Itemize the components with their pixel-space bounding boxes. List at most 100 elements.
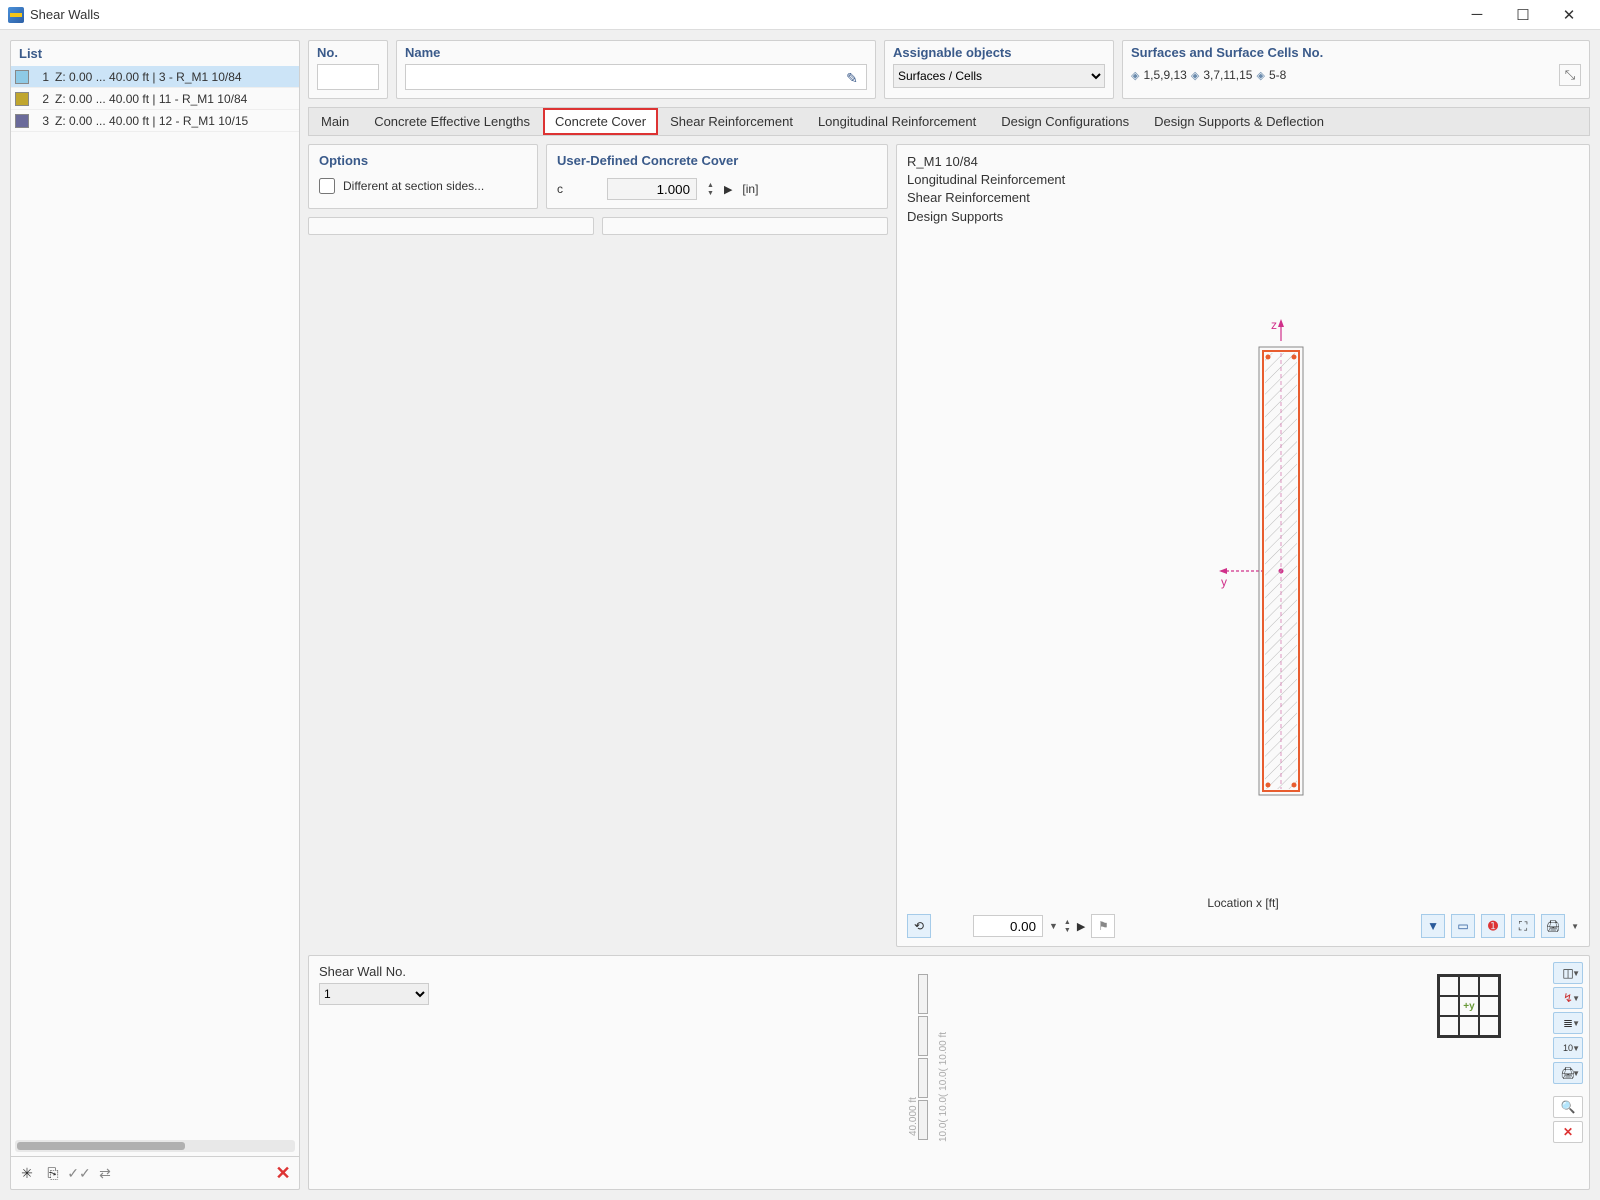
list-row-text: Z: 0.00 ... 40.00 ft | 3 - R_M1 10/84 <box>55 70 242 84</box>
shear-wall-no-select[interactable]: 1 <box>319 983 429 1005</box>
app-icon <box>8 7 24 23</box>
duplicate-button[interactable]: ⎘ <box>41 1161 65 1185</box>
preview-panel: R_M1 10/84 Longitudinal Reinforcement Sh… <box>896 144 1590 947</box>
different-sides-input[interactable] <box>319 178 335 194</box>
filter-button[interactable]: ▼ <box>1421 914 1445 938</box>
cover-header: User-Defined Concrete Cover <box>557 153 877 168</box>
view-numbers-button[interactable]: 10▼ <box>1553 1037 1583 1059</box>
color-swatch <box>15 92 29 106</box>
print-caret-icon[interactable]: ▼ <box>1571 922 1579 931</box>
axis-y-label: y <box>1221 575 1227 589</box>
view-layers-button[interactable]: ≣▼ <box>1553 1012 1583 1034</box>
cover-spinner[interactable]: ▲▼ <box>707 182 714 197</box>
preview-item-list: R_M1 10/84 Longitudinal Reinforcement Sh… <box>907 153 1579 226</box>
list-row-text: Z: 0.00 ... 40.00 ft | 12 - R_M1 10/15 <box>55 114 248 128</box>
new-item-button[interactable]: ✳ <box>15 1161 39 1185</box>
print-button[interactable]: 🖨 <box>1541 914 1565 938</box>
list-row[interactable]: 1 Z: 0.00 ... 40.00 ft | 3 - R_M1 10/84 <box>11 66 299 88</box>
close-view-button[interactable]: ✕ <box>1553 1121 1583 1143</box>
surfaces-label: Surfaces and Surface Cells No. <box>1131 45 1581 60</box>
color-swatch <box>15 70 29 84</box>
axis-z-label: z <box>1271 318 1277 332</box>
location-spinner[interactable]: ▲▼ <box>1064 919 1071 934</box>
surface-icon: ◈ <box>1256 69 1264 82</box>
list-row-index: 3 <box>35 114 49 128</box>
view-print-button[interactable]: 🖨▼ <box>1553 1062 1583 1084</box>
cross-section-view: z y <box>907 226 1579 896</box>
minimize-button[interactable]: ─ <box>1454 0 1500 30</box>
color-swatch <box>15 114 29 128</box>
empty-panel-left <box>308 217 594 235</box>
location-reset-button[interactable]: ⟲ <box>907 914 931 938</box>
preview-line: Shear Reinforcement <box>907 189 1579 207</box>
cover-value-input[interactable] <box>607 178 697 200</box>
maximize-button[interactable]: ☐ <box>1500 0 1546 30</box>
edit-name-icon[interactable]: ✎ <box>843 69 861 87</box>
cover-step-button[interactable]: ▶ <box>724 183 732 196</box>
section-view-button[interactable]: ▭ <box>1451 914 1475 938</box>
tab-longitudinal-reinforcement[interactable]: Longitudinal Reinforcement <box>806 108 989 135</box>
view-cube-icon[interactable]: +y <box>1437 974 1501 1038</box>
preview-line: Design Supports <box>907 208 1579 226</box>
preview-line: R_M1 10/84 <box>907 153 1579 171</box>
list-row-index: 1 <box>35 70 49 84</box>
list-body: 1 Z: 0.00 ... 40.00 ft | 3 - R_M1 10/84 … <box>11 66 299 1136</box>
list-scrollbar[interactable] <box>15 1140 295 1152</box>
no-label: No. <box>317 45 379 60</box>
preview-line: Longitudinal Reinforcement <box>907 171 1579 189</box>
list-row[interactable]: 2 Z: 0.00 ... 40.00 ft | 11 - R_M1 10/84 <box>11 88 299 110</box>
dimension-button[interactable]: ⛶ <box>1511 914 1535 938</box>
list-header: List <box>11 41 299 66</box>
surface-group: 3,7,11,15 <box>1203 68 1252 82</box>
cover-unit: [in] <box>742 182 758 196</box>
list-row-text: Z: 0.00 ... 40.00 ft | 11 - R_M1 10/84 <box>55 92 247 106</box>
surfaces-cell: Surfaces and Surface Cells No. ◈ 1,5,9,1… <box>1122 40 1590 99</box>
surface-icon: ◈ <box>1191 69 1199 82</box>
options-header: Options <box>319 153 527 168</box>
name-input[interactable] <box>405 64 867 90</box>
list-row[interactable]: 3 Z: 0.00 ... 40.00 ft | 12 - R_M1 10/15 <box>11 110 299 132</box>
delete-button[interactable]: ✕ <box>271 1161 295 1185</box>
tab-design-supports-deflection[interactable]: Design Supports & Deflection <box>1142 108 1337 135</box>
different-sides-checkbox[interactable]: Different at section sides... <box>319 178 527 194</box>
name-cell: Name ✎ <box>396 40 876 99</box>
tab-main[interactable]: Main <box>309 108 362 135</box>
name-label: Name <box>405 45 867 60</box>
options-panel: Options Different at section sides... <box>308 144 538 209</box>
view-3d-button[interactable]: ◫▼ <box>1553 962 1583 984</box>
bottom-panel: Shear Wall No. 1 40.000 ft 10.0( 10.0( 1… <box>308 955 1590 1190</box>
window-title: Shear Walls <box>30 7 100 22</box>
location-input[interactable] <box>973 915 1043 937</box>
info-button[interactable]: ➊ <box>1481 914 1505 938</box>
location-step-button[interactable]: ▶ <box>1077 920 1085 933</box>
different-sides-label: Different at section sides... <box>343 179 484 193</box>
location-dropdown-icon[interactable]: ▼ <box>1049 921 1058 931</box>
check-button[interactable]: ✓✓ <box>67 1161 91 1185</box>
assignable-select[interactable]: Surfaces / Cells <box>893 64 1105 88</box>
surface-icon: ◈ <box>1131 69 1139 82</box>
tab-shear-reinforcement[interactable]: Shear Reinforcement <box>658 108 806 135</box>
no-cell: No. <box>308 40 388 99</box>
zoom-fit-button[interactable]: 🔍 <box>1553 1096 1583 1118</box>
assignable-label: Assignable objects <box>893 45 1105 60</box>
assignable-cell: Assignable objects Surfaces / Cells <box>884 40 1114 99</box>
cover-panel: User-Defined Concrete Cover c ▲▼ ▶ [in] <box>546 144 888 209</box>
list-row-index: 2 <box>35 92 49 106</box>
pick-surfaces-button[interactable]: ⤡ <box>1559 64 1581 86</box>
view-axes-button[interactable]: ↯▼ <box>1553 987 1583 1009</box>
swap-button[interactable]: ⇄ <box>93 1161 117 1185</box>
wall-elevation-schematic: 40.000 ft 10.0( 10.0( 10.0( 10.00 ft <box>898 966 948 1156</box>
shear-wall-no-label: Shear Wall No. <box>319 964 1579 979</box>
tab-concrete-effective-lengths[interactable]: Concrete Effective Lengths <box>362 108 543 135</box>
titlebar: Shear Walls ─ ☐ ✕ <box>0 0 1600 30</box>
surface-group: 1,5,9,13 <box>1143 68 1186 82</box>
list-panel: List 1 Z: 0.00 ... 40.00 ft | 3 - R_M1 1… <box>10 40 300 1190</box>
cover-param-name: c <box>557 182 597 196</box>
location-label: Location x [ft] <box>907 896 1579 910</box>
close-button[interactable]: ✕ <box>1546 0 1592 30</box>
tab-concrete-cover[interactable]: Concrete Cover <box>543 108 658 135</box>
tab-design-configurations[interactable]: Design Configurations <box>989 108 1142 135</box>
no-input[interactable] <box>317 64 379 90</box>
location-flag-button[interactable]: ⚑ <box>1091 914 1115 938</box>
surface-group: 5-8 <box>1269 68 1286 82</box>
